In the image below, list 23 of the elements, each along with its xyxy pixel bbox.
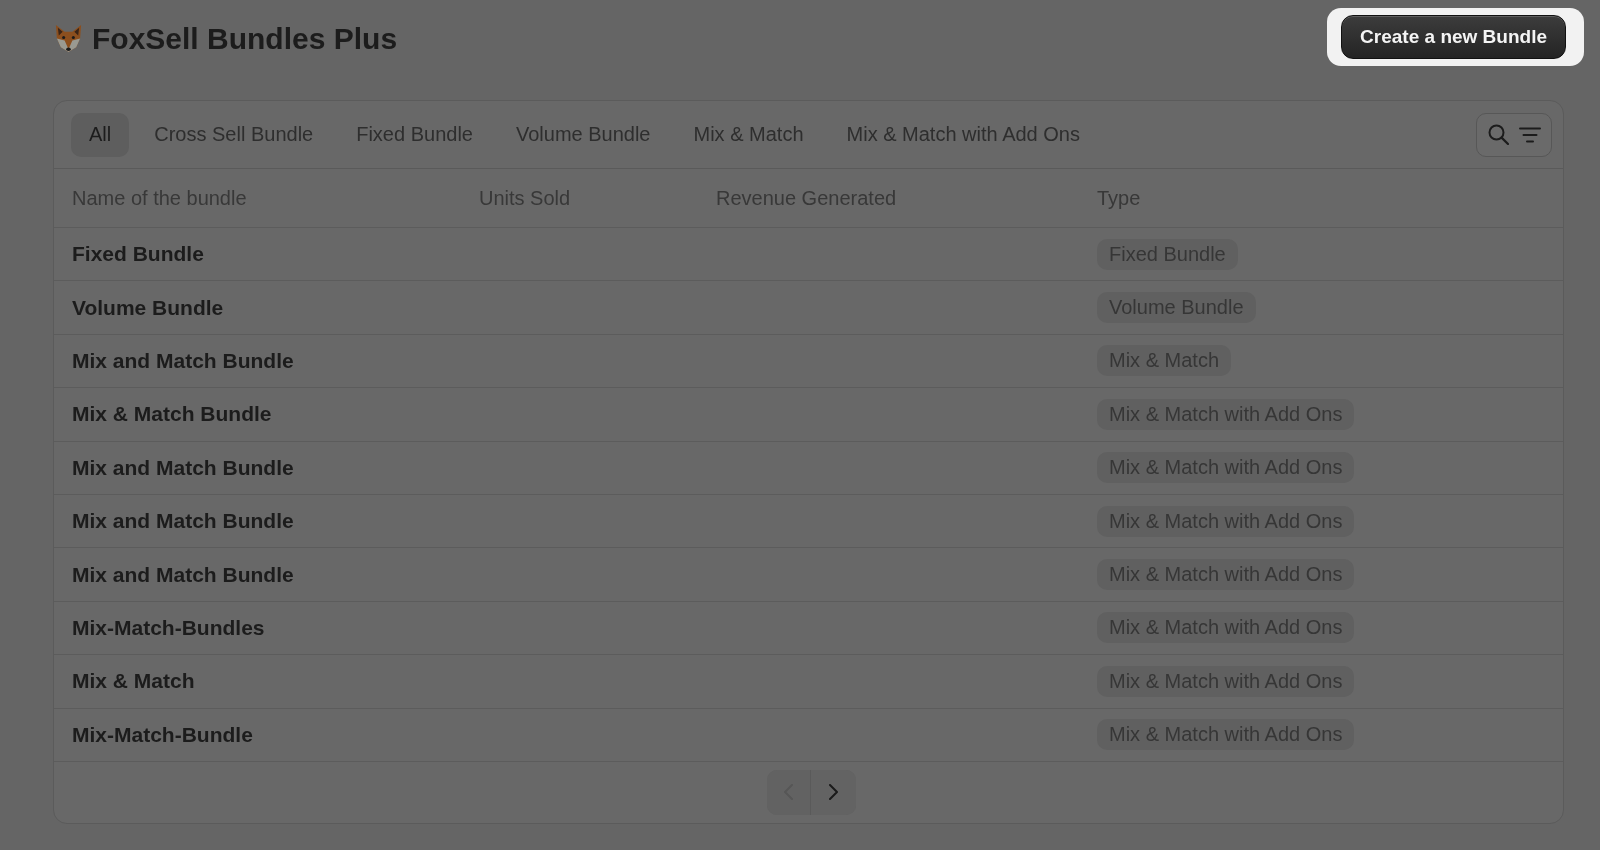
filter-tab[interactable]: All (71, 112, 130, 157)
chevron-right-icon (829, 784, 838, 801)
filter-tab[interactable]: Cross Sell Bundle (136, 112, 332, 157)
bundle-name: Mix and Match Bundle (72, 509, 294, 533)
bundle-name: Mix and Match Bundle (72, 348, 294, 372)
fox-icon (53, 23, 84, 54)
search-filter-button[interactable] (1476, 112, 1552, 157)
page-title: FoxSell Bundles Plus (92, 21, 398, 56)
filter-tab[interactable]: Mix & Match (675, 112, 822, 157)
bundle-name: Mix & Match (72, 669, 195, 693)
bundle-name: Mix and Match Bundle (72, 562, 294, 586)
filter-tab[interactable]: Fixed Bundle (338, 112, 491, 157)
filter-tab[interactable]: Mix & Match with Add Ons (828, 112, 1098, 157)
bundle-name: Mix and Match Bundle (72, 455, 294, 479)
bundle-name: Mix & Match Bundle (72, 402, 272, 426)
bundle-name: Volume Bundle (72, 295, 224, 319)
filter-icon (1519, 126, 1541, 143)
bundle-name: Fixed Bundle (72, 242, 204, 266)
search-icon (1488, 124, 1509, 145)
create-bundle-button[interactable]: Create a new Bundle (1341, 15, 1566, 59)
filter-tab[interactable]: Volume Bundle (497, 112, 669, 157)
bundle-name: Mix-Match-Bundles (72, 615, 265, 639)
bundle-name: Mix-Match-Bundle (72, 722, 253, 746)
